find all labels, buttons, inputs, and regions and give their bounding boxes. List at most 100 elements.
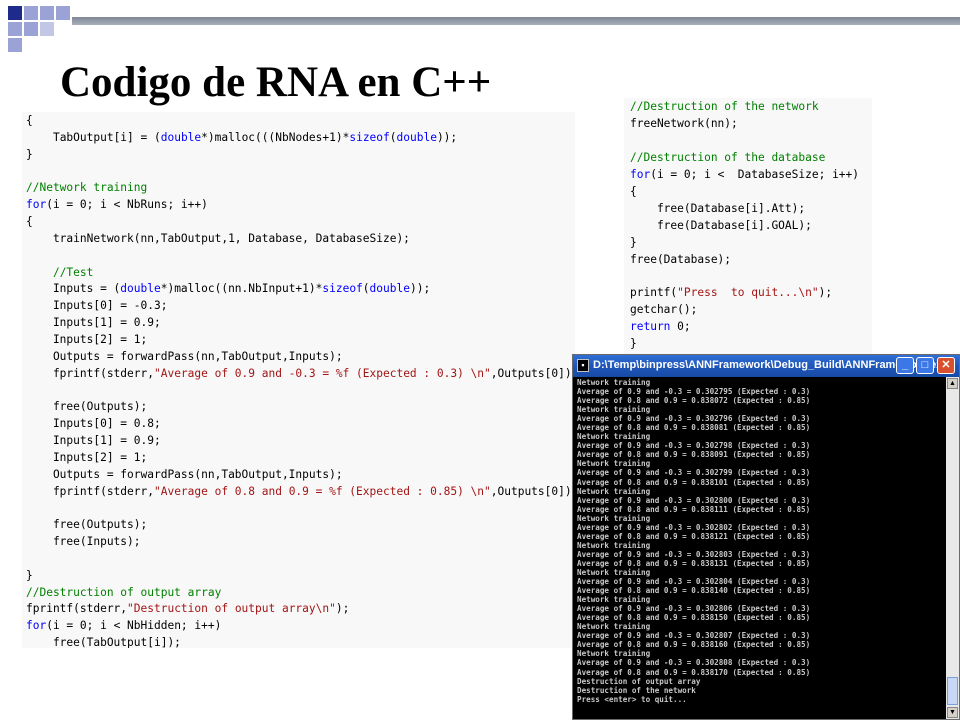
code-line: //Destruction of output array	[26, 585, 575, 602]
console-line: Average of 0.8 and 0.9 = 0.838111 (Expec…	[577, 504, 811, 514]
code-token: free(Database);	[630, 252, 732, 266]
code-line: free(TabOutput[i]);	[26, 635, 575, 648]
code-line: Inputs[0] = 0.8;	[26, 416, 575, 433]
code-line: //Network training	[26, 180, 575, 197]
console-line: Network training	[577, 540, 651, 550]
code-token: for	[26, 619, 47, 633]
code-line: }	[630, 235, 859, 252]
code-token: free(Inputs);	[26, 535, 141, 549]
console-app-icon: ▪	[577, 359, 589, 372]
console-line: Average of 0.9 and -0.3 = 0.302798 (Expe…	[577, 441, 811, 451]
console-line: Average of 0.9 and -0.3 = 0.302796 (Expe…	[577, 414, 811, 424]
code-token: Inputs[0] = 0.8;	[26, 417, 161, 431]
console-scrollbar[interactable]: ▲ ▼	[946, 377, 959, 719]
code-token: ,Outputs[0]);	[490, 484, 575, 498]
corner-square-light-3	[56, 6, 70, 20]
console-output: Network training Average of 0.9 and -0.3 …	[577, 378, 943, 718]
code-token: );	[335, 602, 350, 616]
code-token: *)malloc(((NbNodes+1)*	[201, 130, 350, 144]
code-token: (i = 0; i < DatabaseSize; i++)	[650, 167, 860, 181]
console-line: Network training	[577, 378, 651, 387]
console-line: Network training	[577, 595, 651, 605]
console-line: Network training	[577, 486, 651, 496]
code-token: free(Database[i].GOAL);	[630, 218, 812, 232]
code-token: //Destruction of output array	[26, 585, 222, 599]
code-token: fprintf(stderr,	[26, 484, 154, 498]
code-token: {	[26, 114, 33, 127]
code-block-left: { TabOutput[i] = (double*)malloc(((NbNod…	[26, 113, 575, 648]
code-token: //Network training	[26, 181, 148, 195]
console-line: Average of 0.8 and 0.9 = 0.838081 (Expec…	[577, 423, 811, 433]
console-line: Press <enter> to quit...	[577, 694, 687, 704]
console-line: Network training	[577, 513, 651, 523]
code-token: //Destruction of the database	[630, 150, 826, 164]
code-token: freeNetwork(nn);	[630, 116, 738, 130]
corner-square-dark-1	[8, 6, 22, 20]
code-token: }	[26, 147, 33, 161]
code-token: ,Outputs[0]);	[490, 366, 575, 380]
code-block-right: //Destruction of the network freeNetwork(…	[630, 99, 859, 353]
code-line: ​	[26, 248, 575, 265]
code-token: ));	[409, 282, 431, 296]
corner-square-light-2	[40, 6, 54, 20]
code-token: Outputs = forwardPass(nn,TabOutput,Input…	[26, 349, 343, 363]
code-token: Inputs[2] = 1;	[26, 332, 148, 346]
code-line: free(Outputs);	[26, 517, 575, 534]
code-token: double	[160, 130, 202, 144]
code-token: double	[396, 130, 437, 144]
code-token: Inputs[1] = 0.9;	[26, 434, 161, 448]
code-token: Inputs[1] = 0.9;	[26, 316, 161, 330]
code-token: }	[630, 235, 637, 249]
console-titlebar[interactable]: ▪ D:\Temp\binpress\ANNFramework\Debug_Bu…	[573, 355, 959, 377]
code-line: free(Database);	[630, 252, 859, 269]
console-line: Average of 0.9 and -0.3 = 0.302803 (Expe…	[577, 549, 811, 559]
code-token: }	[26, 568, 33, 582]
code-line: freeNetwork(nn);	[630, 116, 859, 133]
code-token: {	[630, 184, 637, 198]
console-line: Average of 0.8 and 0.9 = 0.838140 (Expec…	[577, 586, 811, 596]
slide-title: Codigo de RNA en C++	[60, 59, 492, 106]
console-line: Destruction of output array	[577, 676, 701, 686]
code-line: for(i = 0; i < NbRuns; i++)	[26, 197, 575, 214]
code-token: "Average of 0.8 and 0.9 = %f (Expected :…	[153, 484, 491, 498]
console-line: Average of 0.9 and -0.3 = 0.302808 (Expe…	[577, 658, 811, 668]
scroll-down-arrow-icon[interactable]: ▼	[947, 707, 958, 718]
close-button[interactable]: ✕	[937, 357, 955, 374]
console-line: Average of 0.8 and 0.9 = 0.838101 (Expec…	[577, 477, 811, 487]
code-token: fprintf(stderr,	[26, 602, 128, 616]
code-token: }	[630, 337, 637, 351]
code-token: (	[362, 282, 370, 296]
code-line: Inputs[0] = -0.3;	[26, 298, 575, 315]
code-line: {	[26, 113, 575, 130]
code-line: for(i = 0; i < DatabaseSize; i++)	[630, 167, 859, 184]
scroll-thumb[interactable]	[947, 677, 958, 705]
console-line: Average of 0.9 and -0.3 = 0.302807 (Expe…	[577, 631, 811, 641]
console-line: Average of 0.8 and 0.9 = 0.838131 (Expec…	[577, 558, 811, 568]
console-line: Average of 0.9 and -0.3 = 0.302802 (Expe…	[577, 522, 811, 532]
console-line: Average of 0.9 and -0.3 = 0.302804 (Expe…	[577, 577, 811, 587]
code-line: ​	[26, 164, 575, 181]
console-line: Network training	[577, 459, 651, 469]
console-line: Average of 0.8 and 0.9 = 0.838072 (Expec…	[577, 396, 811, 406]
code-line: for(i = 0; i < NbHidden; i++)	[26, 618, 575, 635]
code-line: Outputs = forwardPass(nn,TabOutput,Input…	[26, 467, 575, 484]
code-panel-left: { TabOutput[i] = (double*)malloc(((NbNod…	[22, 112, 575, 648]
code-line: return 0;	[630, 319, 859, 336]
code-line: {	[630, 184, 859, 201]
minimize-button[interactable]: _	[896, 357, 914, 374]
header-rule	[72, 17, 960, 25]
console-window[interactable]: ▪ D:\Temp\binpress\ANNFramework\Debug_Bu…	[572, 354, 960, 720]
code-token: //Destruction of the network	[630, 100, 819, 113]
code-line: trainNetwork(nn,TabOutput,1, Database, D…	[26, 231, 575, 248]
code-line: ​	[26, 383, 575, 400]
console-line: Average of 0.8 and 0.9 = 0.838160 (Expec…	[577, 640, 811, 650]
code-token: double	[120, 282, 161, 296]
code-token: TabOutput[i] = (	[52, 130, 161, 144]
code-line: free(Database[i].Att);	[630, 201, 859, 218]
scroll-up-arrow-icon[interactable]: ▲	[947, 378, 958, 389]
code-token: 0;	[670, 320, 691, 334]
code-line: Inputs[1] = 0.9;	[26, 433, 575, 450]
code-line: //Destruction of the database	[630, 150, 859, 167]
code-token: getchar();	[630, 303, 698, 317]
maximize-button[interactable]: □	[916, 357, 934, 374]
